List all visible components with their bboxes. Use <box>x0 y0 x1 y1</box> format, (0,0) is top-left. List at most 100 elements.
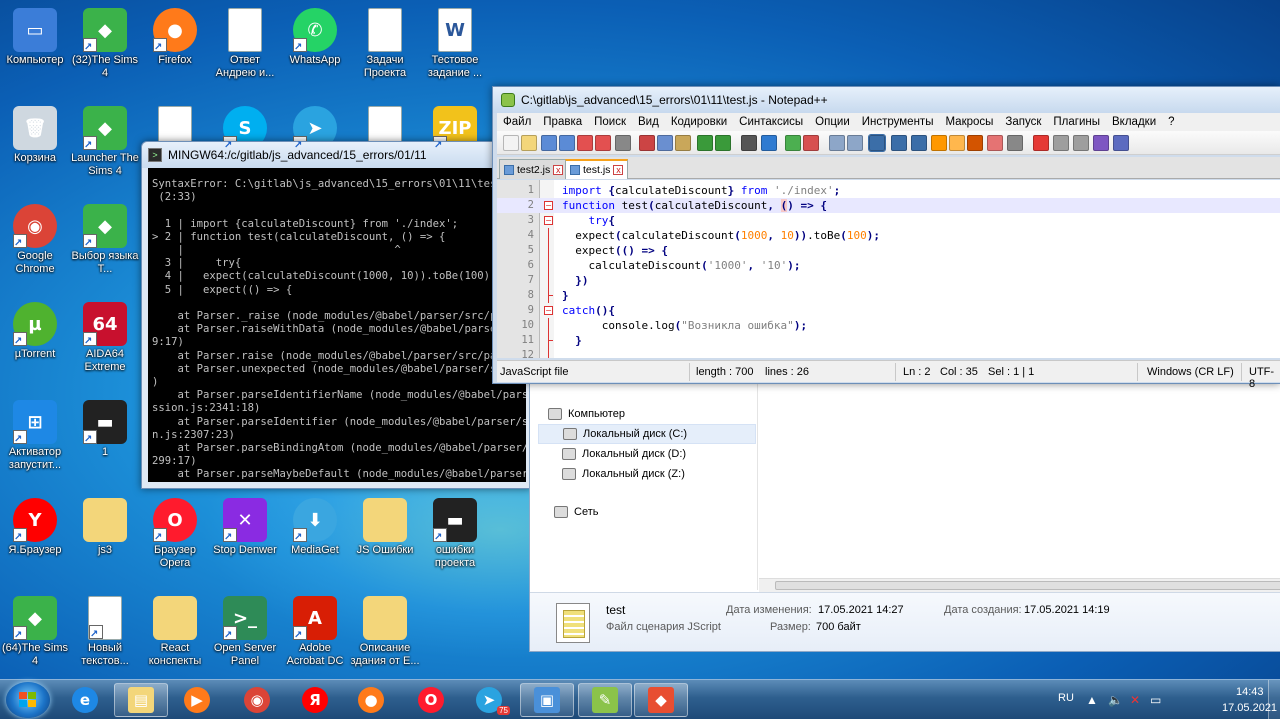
menu-item[interactable]: ? <box>1162 116 1180 128</box>
desktop-icon[interactable]: Ответ Андрею и... <box>210 8 280 80</box>
play-macro-icon[interactable] <box>1073 135 1089 151</box>
scrollbar-thumb[interactable] <box>775 581 1280 590</box>
tray-up-arrow-icon[interactable]: ▲ <box>1086 693 1098 707</box>
explorer-file-list[interactable] <box>759 380 1280 590</box>
notepad-titlebar[interactable]: C:\gitlab\js_advanced\15_errors\01\11\te… <box>493 87 1280 113</box>
language-indicator[interactable]: RU <box>1058 692 1074 704</box>
desktop-icon[interactable]: ◉Google Chrome <box>0 204 70 276</box>
horizontal-scrollbar[interactable] <box>759 578 1280 592</box>
menu-item[interactable]: Правка <box>537 116 588 128</box>
desktop-icon[interactable]: 🗑 Корзина <box>0 106 70 165</box>
clock-time[interactable]: 14:43 <box>1236 686 1264 698</box>
desktop-icon[interactable]: µµTorrent <box>0 302 70 361</box>
taskbar-button[interactable]: ▤ <box>114 683 168 717</box>
function-list-icon[interactable] <box>967 135 983 151</box>
code-line[interactable]: 5 expect(() => { <box>497 243 1280 258</box>
desktop-icon[interactable]: ●Firefox <box>140 8 210 67</box>
sync-horizontal-icon[interactable] <box>847 135 863 151</box>
desktop-icon[interactable]: ◆Выбор языка T... <box>70 204 140 276</box>
tab-test-js[interactable]: test.js x <box>565 159 629 179</box>
copy-icon[interactable] <box>657 135 673 151</box>
code-line[interactable]: 3 − try{ <box>497 213 1280 228</box>
stop-macro-icon[interactable] <box>1053 135 1069 151</box>
replace-icon[interactable] <box>761 135 777 151</box>
taskbar-button[interactable]: ▶ <box>170 683 224 717</box>
desktop-icon[interactable]: ⊞Активатор запустит... <box>0 400 70 472</box>
close-icon[interactable] <box>577 135 593 151</box>
desktop-icon[interactable]: Новый текстов... <box>70 596 140 668</box>
menu-item[interactable]: Запуск <box>999 116 1047 128</box>
print-icon[interactable] <box>615 135 631 151</box>
desktop-icon[interactable]: OБраузер Opera <box>140 498 210 570</box>
nav-item[interactable]: Компьютер <box>548 404 625 424</box>
menu-item[interactable]: Макросы <box>939 116 999 128</box>
close-tab-icon[interactable]: x <box>613 165 624 175</box>
code-line[interactable]: 7 }) <box>497 273 1280 288</box>
run-macro-icon[interactable] <box>1093 135 1109 151</box>
taskbar-button[interactable]: ● <box>344 683 398 717</box>
fold-toggle-icon[interactable]: − <box>544 306 553 315</box>
menu-item[interactable]: Инструменты <box>856 116 940 128</box>
paste-icon[interactable] <box>675 135 691 151</box>
menu-item[interactable]: Синтаксисы <box>733 116 809 128</box>
sync-vertical-icon[interactable] <box>829 135 845 151</box>
code-line[interactable]: 1 import {calculateDiscount} from './inde… <box>497 183 1280 198</box>
desktop-icon[interactable]: ✕Stop Denwer <box>210 498 280 557</box>
close-all-icon[interactable] <box>595 135 611 151</box>
volume-icon[interactable]: 🔈 <box>1108 693 1123 707</box>
taskbar-button[interactable]: ◉ <box>230 683 284 717</box>
menu-item[interactable]: Вид <box>632 116 665 128</box>
desktop-icon[interactable]: YЯ.Браузер <box>0 498 70 557</box>
show-desktop-button[interactable] <box>1268 680 1280 719</box>
menu-item[interactable]: Вкладки <box>1106 116 1162 128</box>
explorer-window[interactable]: Компьютер Локальный диск (C:) Локальный ди… <box>529 380 1280 652</box>
language-icon[interactable] <box>931 135 947 151</box>
word-wrap-icon[interactable] <box>868 134 886 152</box>
nav-item[interactable]: Локальный диск (Z:) <box>562 464 685 484</box>
code-line[interactable]: 8} <box>497 288 1280 303</box>
explorer-navigation-pane[interactable]: Компьютер Локальный диск (C:) Локальный ди… <box>534 380 758 590</box>
code-line[interactable]: 6 calculateDiscount('1000', '10'); <box>497 258 1280 273</box>
doc-map-icon[interactable] <box>949 135 965 151</box>
desktop-icon[interactable]: ◆Launcher The Sims 4 <box>70 106 140 178</box>
terminal-titlebar[interactable]: > MINGW64:/c/gitlab/js_advanced/15_error… <box>142 142 530 168</box>
monitor-icon[interactable] <box>1007 135 1023 151</box>
desktop-icon[interactable]: ⬇MediaGet <box>280 498 350 557</box>
folder-workspace-icon[interactable] <box>987 135 1003 151</box>
cut-icon[interactable] <box>639 135 655 151</box>
menu-item[interactable]: Плагины <box>1047 116 1106 128</box>
menu-item[interactable]: Кодировки <box>665 116 733 128</box>
save-icon[interactable] <box>541 135 557 151</box>
terminal-output[interactable]: SyntaxError: C:\gitlab\js_advanced\15_er… <box>148 168 526 482</box>
desktop-icon[interactable]: 64AIDA64 Extreme <box>70 302 140 374</box>
code-line[interactable]: 4 expect(calculateDiscount(1000, 10)).to… <box>497 228 1280 243</box>
find-icon[interactable] <box>741 135 757 151</box>
new-file-icon[interactable] <box>503 135 519 151</box>
code-line[interactable]: 9 − catch(){ <box>497 303 1280 318</box>
taskbar-button[interactable]: ➤ 75 <box>462 683 516 717</box>
indent-guide-icon[interactable] <box>911 135 927 151</box>
nav-item[interactable]: Локальный диск (C:) <box>538 424 756 444</box>
taskbar-button[interactable]: ✎ <box>578 683 632 717</box>
save-all-icon[interactable] <box>559 135 575 151</box>
desktop-icon[interactable]: js3 <box>70 498 140 557</box>
redo-icon[interactable] <box>715 135 731 151</box>
desktop-icon[interactable]: >_Open Server Panel <box>210 596 280 668</box>
desktop-icon[interactable]: ▭ Компьютер <box>0 8 70 67</box>
code-line[interactable]: 12 <box>497 348 1280 358</box>
fold-toggle-icon[interactable]: − <box>544 201 553 210</box>
desktop-icon[interactable]: W Тестовое задание ... <box>420 8 490 80</box>
open-file-icon[interactable] <box>521 135 537 151</box>
undo-icon[interactable] <box>697 135 713 151</box>
code-line[interactable]: 11 } <box>497 333 1280 348</box>
record-macro-icon[interactable] <box>1033 135 1049 151</box>
taskbar-button[interactable]: Я <box>288 683 342 717</box>
desktop-icon[interactable]: Задачи Проекта <box>350 8 420 80</box>
taskbar-button[interactable]: ◆ <box>634 683 688 717</box>
desktop-icon[interactable]: Описание здания от Е... <box>350 596 420 668</box>
nav-item[interactable]: Локальный диск (D:) <box>562 444 686 464</box>
notepad-plus-plus-window[interactable]: C:\gitlab\js_advanced\15_errors\01\11\te… <box>492 86 1280 390</box>
desktop-icon[interactable]: JS Ошибки <box>350 498 420 557</box>
desktop-icon[interactable]: ▬1 <box>70 400 140 459</box>
code-editor[interactable]: 1 import {calculateDiscount} from './inde… <box>497 180 1280 358</box>
